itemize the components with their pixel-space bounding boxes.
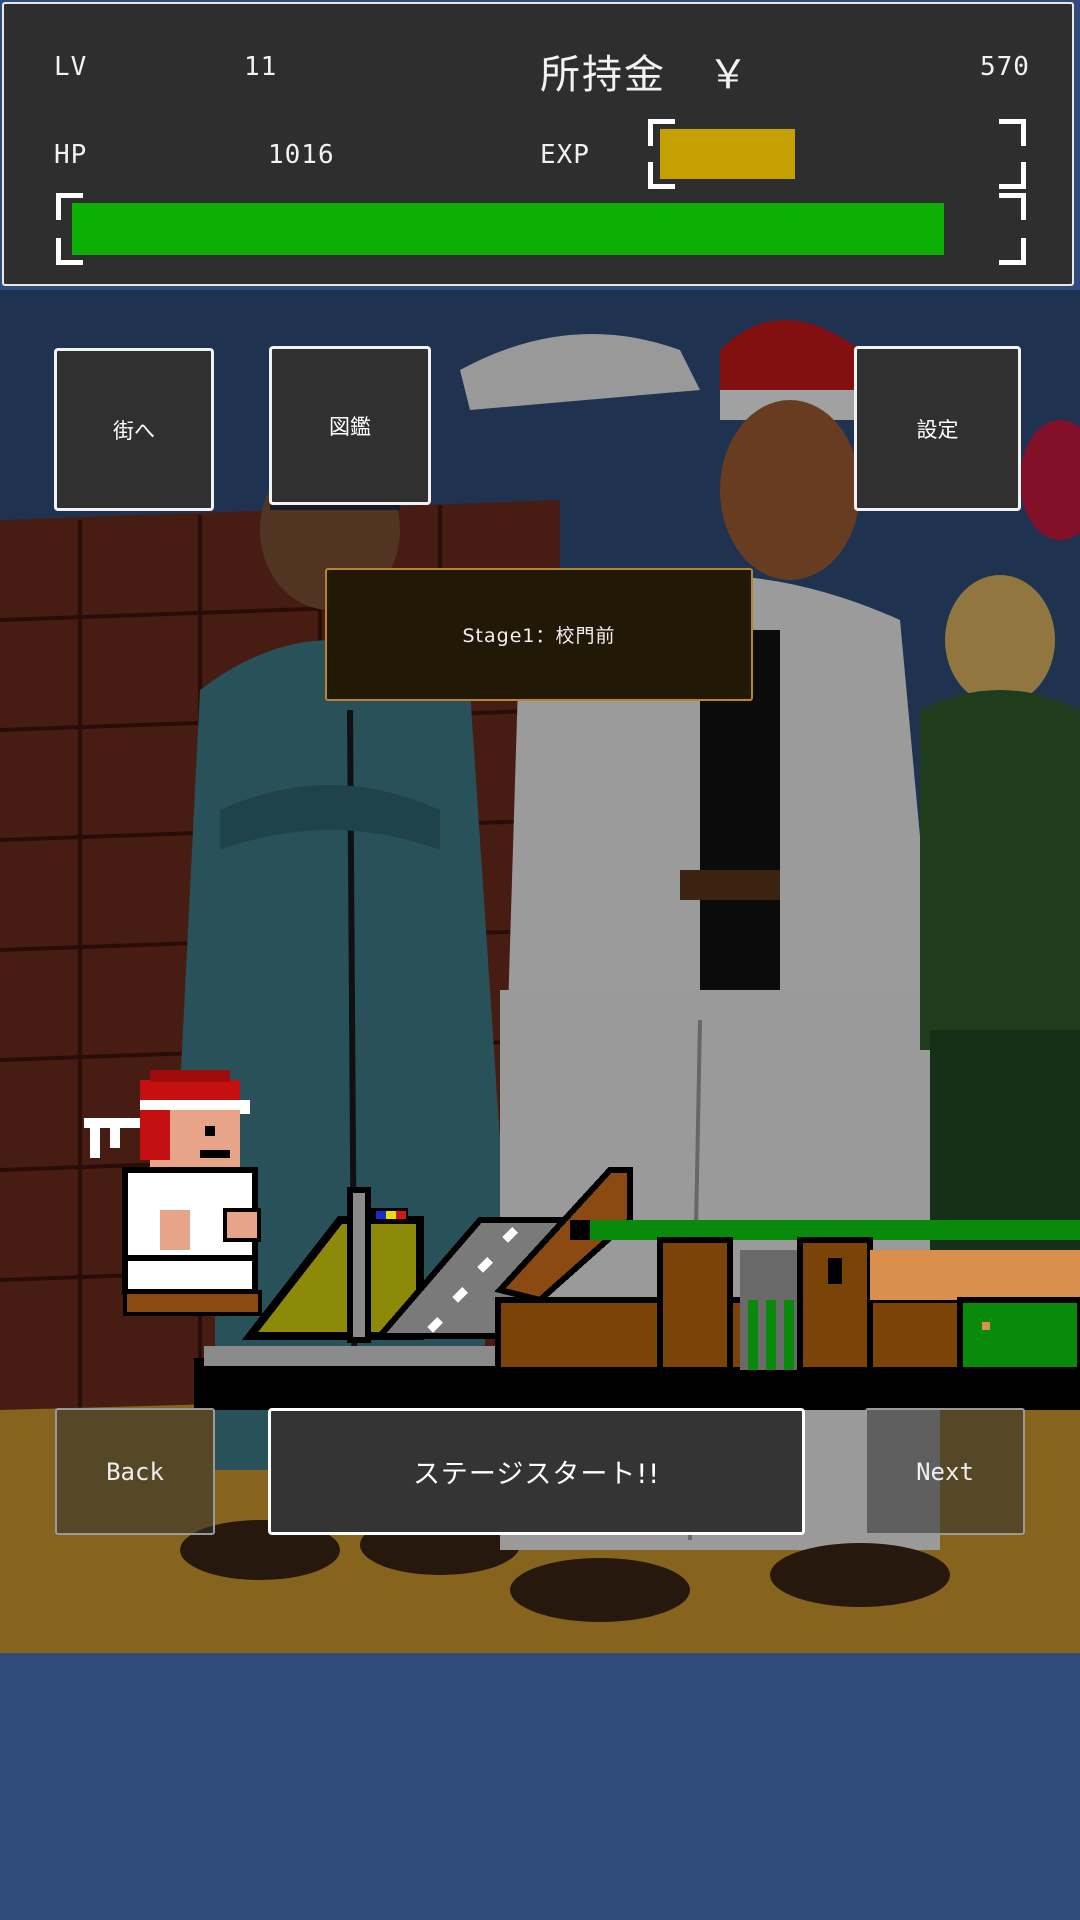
stage-name-box: Stage1：校門前 xyxy=(325,568,753,701)
stage-start-button-label: ステージスタート!! xyxy=(412,1459,661,1490)
exp-bar xyxy=(648,119,1026,189)
town-button-label: 街へ xyxy=(113,418,155,443)
level-label: LV xyxy=(54,52,88,82)
hp-bar xyxy=(56,193,1026,265)
encyclopedia-button-label: 図鑑 xyxy=(329,414,371,439)
hp-label: HP xyxy=(54,140,88,170)
stage-name: Stage1：校門前 xyxy=(462,625,616,647)
settings-button-label: 設定 xyxy=(916,417,959,442)
money-value: 570 xyxy=(980,52,1030,82)
back-button-label: Back xyxy=(106,1457,164,1486)
next-button-label: Next xyxy=(916,1457,974,1486)
stage-start-button[interactable]: ステージスタート!! xyxy=(268,1408,805,1535)
exp-label: EXP xyxy=(540,140,590,170)
money-label: 所持金 ￥ xyxy=(540,52,750,98)
town-button[interactable]: 街へ xyxy=(54,348,214,511)
hp-value: 1016 xyxy=(268,140,335,170)
settings-button[interactable]: 設定 xyxy=(854,346,1021,511)
next-button[interactable]: Next xyxy=(865,1408,1025,1535)
back-button[interactable]: Back xyxy=(55,1408,215,1535)
encyclopedia-button[interactable]: 図鑑 xyxy=(269,346,431,505)
status-panel: LV 11 所持金 ￥ 570 HP 1016 EXP xyxy=(2,2,1074,286)
exp-bar-fill xyxy=(660,129,795,179)
level-value: 11 xyxy=(244,52,278,82)
hp-bar-fill xyxy=(72,203,944,255)
